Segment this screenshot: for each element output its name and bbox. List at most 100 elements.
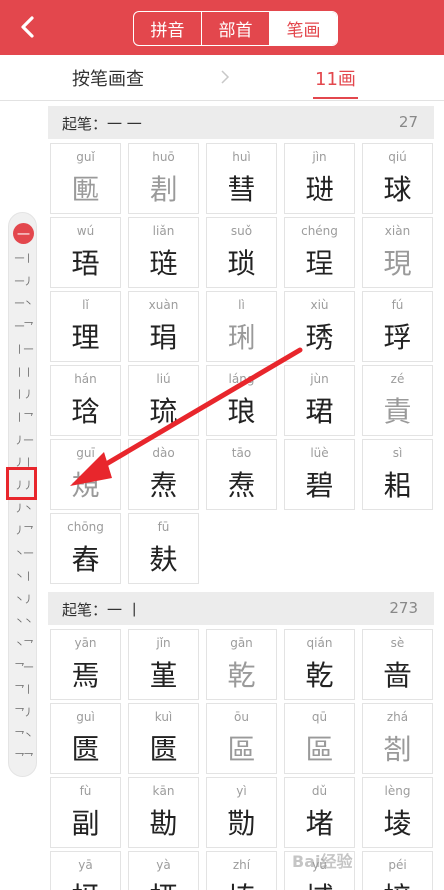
character-cell[interactable]: yān 焉 — [50, 629, 121, 700]
character-cell[interactable]: liǎn 琏 — [128, 217, 199, 288]
pinyin-label: dào — [152, 446, 175, 460]
rail-item[interactable]: 丿乛 — [9, 523, 38, 541]
tab-strokes[interactable]: 笔画 — [270, 12, 337, 45]
rail-item[interactable]: 丨乛 — [9, 410, 38, 428]
back-button[interactable] — [14, 12, 42, 42]
character-cell[interactable]: suǒ 琐 — [206, 217, 277, 288]
character-cell[interactable]: jǐn 堇 — [128, 629, 199, 700]
rail-item[interactable]: 一乛 — [9, 319, 38, 337]
rail-item[interactable]: 丨一 — [9, 342, 38, 360]
hanzi-character: 琏 — [149, 247, 178, 280]
pinyin-label: guǐ — [76, 150, 95, 164]
rail-item[interactable]: 一丶 — [9, 296, 38, 314]
rail-item[interactable]: 乛一 — [9, 660, 38, 678]
character-cell[interactable]: liú 琉 — [128, 365, 199, 436]
rail-item[interactable]: 丨丿 — [9, 387, 38, 405]
character-cell[interactable]: gān 乾 — [206, 629, 277, 700]
pinyin-label: fù — [79, 784, 92, 798]
character-cell[interactable]: lǐ 理 — [50, 291, 121, 362]
character-cell[interactable]: yā 㧎 — [50, 851, 121, 890]
rail-item[interactable]: 丨丨 — [9, 365, 38, 383]
breadcrumb-stroke-count[interactable]: 11画 — [313, 65, 358, 99]
character-cell[interactable]: sì 耜 — [362, 439, 433, 510]
section-title: 起笔：一 丨 — [62, 601, 142, 619]
rail-item[interactable]: 丿丶 — [9, 501, 38, 519]
breadcrumb-stroke-lookup[interactable]: 按笔画查 — [72, 65, 144, 91]
rail-item[interactable]: 丿一 — [9, 433, 38, 451]
rail-item[interactable]: 一丿 — [9, 274, 38, 292]
hanzi-character: 規 — [71, 469, 100, 502]
character-cell[interactable]: hán 琀 — [50, 365, 121, 436]
chevron-right-icon — [221, 70, 230, 84]
hanzi-character: 碧 — [305, 469, 334, 502]
pinyin-label: lüè — [310, 446, 329, 460]
character-cell[interactable]: lüè 碧 — [284, 439, 355, 510]
character-cell[interactable]: wú 珸 — [50, 217, 121, 288]
character-cell[interactable]: jùn 珺 — [284, 365, 355, 436]
character-cell[interactable]: dǔ 堵 — [284, 777, 355, 848]
pinyin-label: huì — [232, 150, 251, 164]
character-cell[interactable]: dào 焘 — [128, 439, 199, 510]
pinyin-label: jǐn — [156, 636, 171, 650]
character-cell[interactable]: fù 副 — [50, 777, 121, 848]
hanzi-character: 勚 — [227, 807, 256, 840]
hanzi-character: 耜 — [383, 469, 412, 502]
character-cell[interactable]: xiù 琇 — [284, 291, 355, 362]
pinyin-label: liǎn — [152, 224, 175, 238]
character-cell[interactable]: lèng 堎 — [362, 777, 433, 848]
hanzi-character: 堎 — [383, 807, 412, 840]
tab-pinyin[interactable]: 拼音 — [134, 12, 202, 45]
character-cell[interactable]: jìn 琎 — [284, 143, 355, 214]
character-cell[interactable]: huì 彗 — [206, 143, 277, 214]
hanzi-character: 琈 — [383, 321, 412, 354]
hanzi-character: 剨 — [149, 173, 178, 206]
tab-radical[interactable]: 部首 — [202, 12, 270, 45]
character-cell[interactable]: zé 責 — [362, 365, 433, 436]
rail-item[interactable]: 丶丨 — [9, 569, 38, 587]
character-cell[interactable]: ōu 區 — [206, 703, 277, 774]
character-cell[interactable]: chéng 珵 — [284, 217, 355, 288]
pinyin-label: kān — [152, 784, 175, 798]
character-cell[interactable]: xuàn 琄 — [128, 291, 199, 362]
rail-item-selected[interactable]: 一 — [13, 223, 34, 244]
character-cell[interactable]: fū 麸 — [128, 513, 199, 584]
character-cell[interactable]: kuì 匮 — [128, 703, 199, 774]
hanzi-character: 琄 — [149, 321, 178, 354]
character-cell[interactable]: tāo 焘 — [206, 439, 277, 510]
rail-item[interactable]: 一丨 — [9, 251, 38, 269]
pinyin-label: péi — [388, 858, 407, 872]
character-cell[interactable]: kān 勘 — [128, 777, 199, 848]
character-cell[interactable]: chōng 舂 — [50, 513, 121, 584]
rail-item[interactable]: 丶乛 — [9, 637, 38, 655]
rail-item[interactable]: 乛乛 — [9, 750, 38, 768]
character-cell[interactable]: sè 啬 — [362, 629, 433, 700]
rail-item[interactable]: 乛丿 — [9, 705, 38, 723]
character-cell[interactable]: zhá 剳 — [362, 703, 433, 774]
character-cell[interactable]: yà 掗 — [128, 851, 199, 890]
character-cell[interactable]: guī 規 — [50, 439, 121, 510]
character-cell[interactable]: yì 勚 — [206, 777, 277, 848]
character-cell[interactable]: guǐ 匭 — [50, 143, 121, 214]
character-cell[interactable]: láng 琅 — [206, 365, 277, 436]
character-cell[interactable]: zhí 埴 — [206, 851, 277, 890]
rail-item[interactable]: 丶一 — [9, 546, 38, 564]
rail-item[interactable]: 乛丶 — [9, 728, 38, 746]
character-cell[interactable]: huō 剨 — [128, 143, 199, 214]
character-cell[interactable]: xiàn 現 — [362, 217, 433, 288]
character-cell[interactable]: qū 區 — [284, 703, 355, 774]
character-cell[interactable]: qiú 球 — [362, 143, 433, 214]
pinyin-label: dǔ — [311, 784, 328, 798]
pinyin-label: yā — [78, 858, 93, 872]
character-cell[interactable]: fú 琈 — [362, 291, 433, 362]
rail-item[interactable]: 丶丶 — [9, 614, 38, 632]
breadcrumb: 按笔画查 11画 — [0, 55, 444, 101]
character-grid: yān 焉 jǐn 堇 gān 乾 qián 乾 sè 啬 guì 匮 kuì 匮 ōu 區 qū 區 zhá 剳 fù… — [50, 629, 434, 890]
rail-item[interactable]: 乛丨 — [9, 682, 38, 700]
character-cell[interactable]: péi 掊 — [362, 851, 433, 890]
character-cell[interactable]: qián 乾 — [284, 629, 355, 700]
character-cell[interactable]: lì 琍 — [206, 291, 277, 362]
character-cell[interactable]: guì 匮 — [50, 703, 121, 774]
hanzi-character: 掗 — [129, 876, 198, 890]
hanzi-character: 副 — [71, 807, 100, 840]
rail-item[interactable]: 丶丿 — [9, 592, 38, 610]
